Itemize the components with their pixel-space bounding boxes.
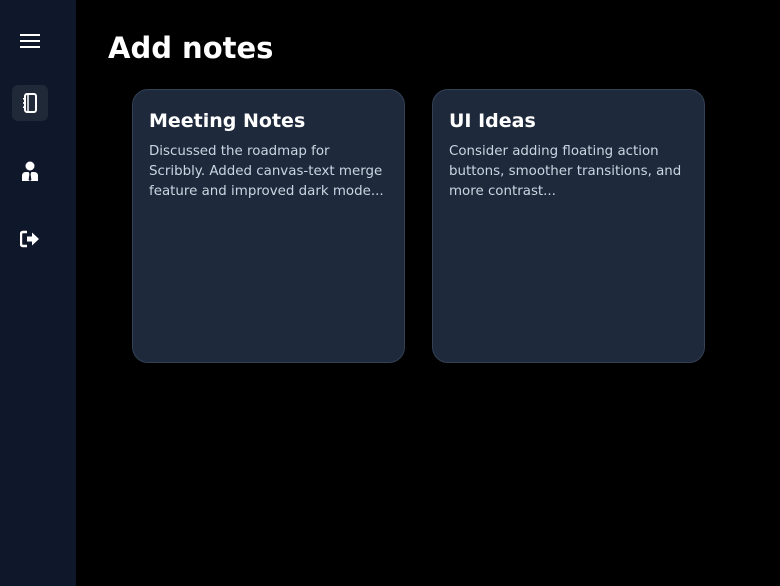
note-card[interactable]: UI Ideas Consider adding floating action… <box>432 89 705 363</box>
note-title: UI Ideas <box>449 110 536 132</box>
main-content: Add notes Meeting Notes Discussed the ro… <box>76 0 780 586</box>
note-title: Meeting Notes <box>149 110 306 132</box>
sidebar <box>0 0 76 586</box>
menu-button[interactable] <box>12 23 48 59</box>
sidebar-item-profile[interactable] <box>12 153 48 189</box>
sidebar-item-notes[interactable] <box>12 85 48 121</box>
sidebar-item-logout[interactable] <box>12 221 48 257</box>
page-title: Add notes <box>108 31 274 65</box>
app-window: Add notes Meeting Notes Discussed the ro… <box>0 0 780 586</box>
note-card[interactable]: Meeting Notes Discussed the roadmap for … <box>132 89 405 363</box>
notebook-icon <box>23 93 37 113</box>
hamburger-menu-icon <box>20 34 40 48</box>
user-icon <box>22 161 38 181</box>
logout-icon <box>20 230 39 248</box>
note-body: Discussed the roadmap for Scribbly. Adde… <box>149 144 384 199</box>
note-body: Consider adding floating action buttons,… <box>449 144 682 199</box>
